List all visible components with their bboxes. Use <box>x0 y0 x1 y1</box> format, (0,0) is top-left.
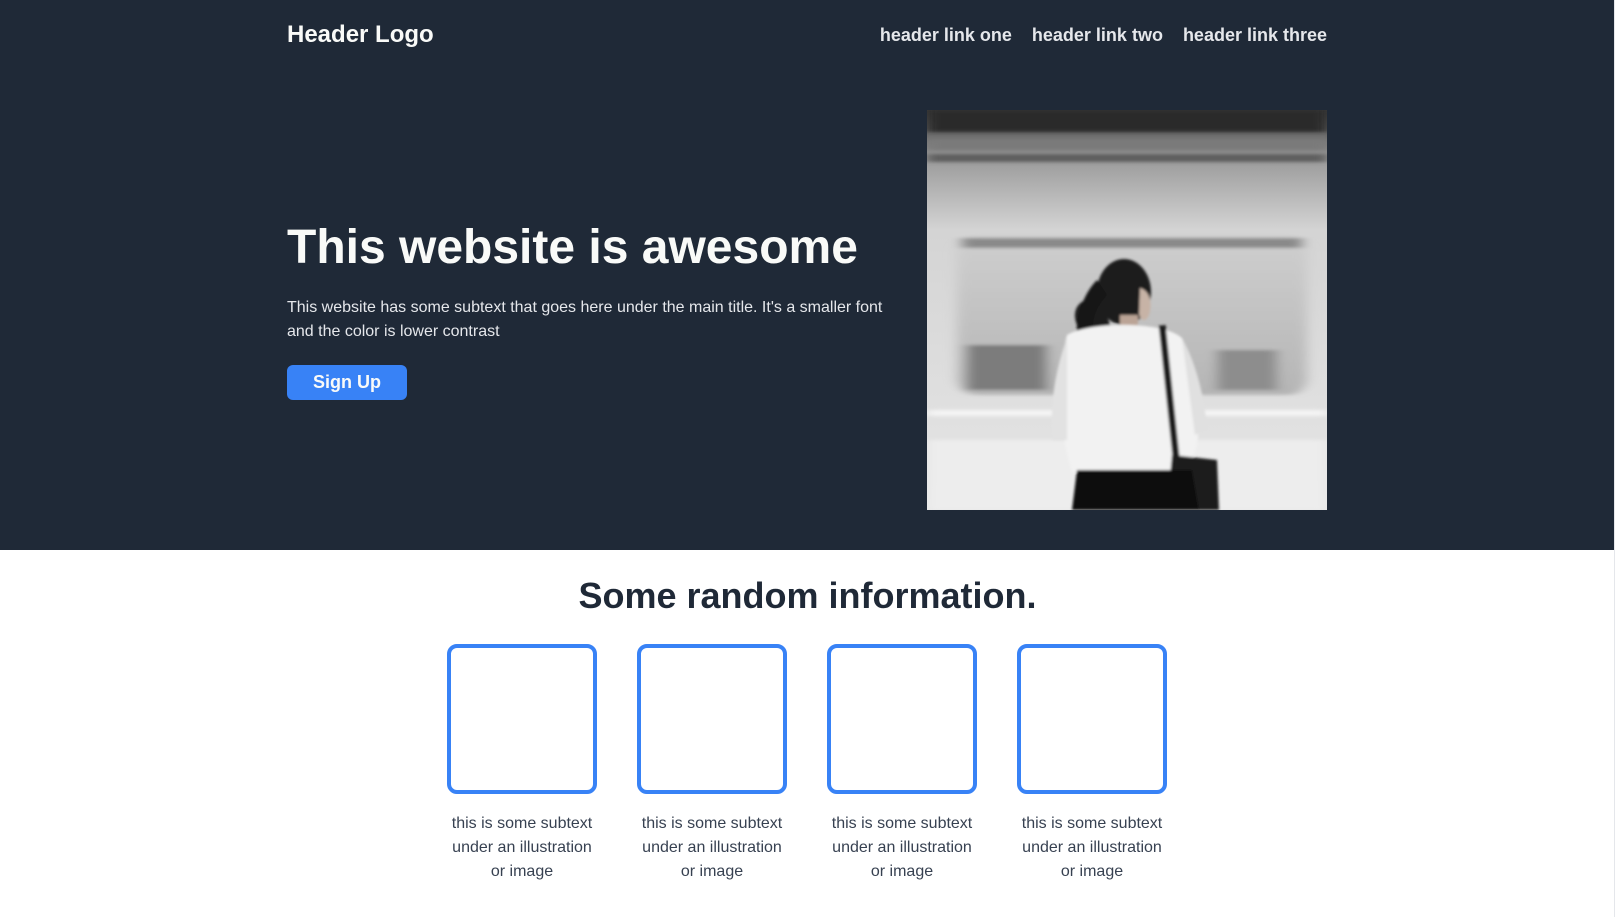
card-subtext: this is some subtext under an illustrati… <box>831 815 973 880</box>
hero-image <box>927 110 1327 510</box>
info-card: this is some subtext under an illustrati… <box>447 644 597 884</box>
illustration-placeholder <box>447 644 597 794</box>
woman-on-subway-platform-photo <box>927 110 1327 510</box>
illustration-placeholder <box>637 644 787 794</box>
hero-title: This website is awesome <box>287 221 858 274</box>
header-nav: header link one header link two header l… <box>880 22 1327 48</box>
illustration-placeholder <box>1017 644 1167 794</box>
info-card: this is some subtext under an illustrati… <box>827 644 977 884</box>
header-link-two[interactable]: header link two <box>1032 22 1163 48</box>
card-subtext: this is some subtext under an illustrati… <box>451 815 593 880</box>
header-link-three[interactable]: header link three <box>1183 22 1327 48</box>
info-card: this is some subtext under an illustrati… <box>637 644 787 884</box>
card-subtext: this is some subtext under an illustrati… <box>641 815 783 880</box>
header-logo[interactable]: Header Logo <box>287 20 434 50</box>
info-section-title: Some random information. <box>578 575 1037 616</box>
viewport: Header Logo header link one header link … <box>0 0 1615 917</box>
page: Header Logo header link one header link … <box>0 0 1615 917</box>
card-subtext: this is some subtext under an illustrati… <box>1021 815 1163 880</box>
header-link-one[interactable]: header link one <box>880 22 1012 48</box>
illustration-placeholder <box>827 644 977 794</box>
hero-section: Header Logo header link one header link … <box>0 0 1615 550</box>
info-card: this is some subtext under an illustrati… <box>1017 644 1167 884</box>
signup-button[interactable]: Sign Up <box>287 365 407 400</box>
hero-subtext: This website has some subtext that goes … <box>287 299 883 340</box>
